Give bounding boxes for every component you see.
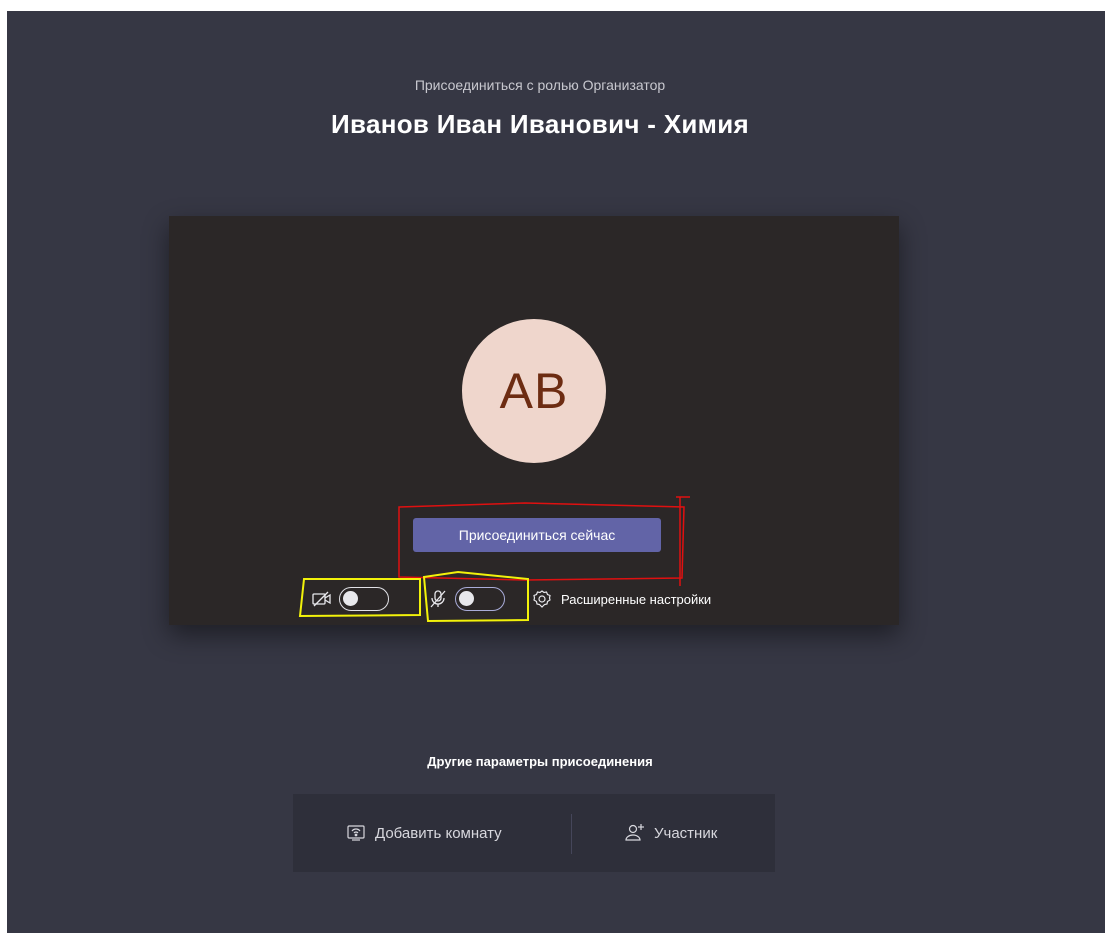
- join-role-subtitle: Присоединиться с ролью Организатор: [414, 77, 666, 93]
- advanced-settings-button[interactable]: Расширенные настройки: [531, 588, 711, 610]
- add-room-button[interactable]: Добавить комнату: [345, 794, 502, 872]
- meeting-title: Иванов Иван Иванович - Химия: [331, 109, 749, 139]
- mic-off-icon: [427, 588, 449, 610]
- add-room-label: Добавить комнату: [375, 824, 502, 842]
- gear-icon: [531, 588, 553, 610]
- participant-label: Участник: [654, 824, 718, 842]
- avatar: AB: [462, 319, 606, 463]
- join-now-label: Присоединиться сейчас: [458, 527, 616, 543]
- options-divider: [571, 814, 572, 854]
- advanced-settings-label: Расширенные настройки: [561, 591, 712, 607]
- meeting-prejoin-screen: Присоединиться с ролью Организатор Ивано…: [7, 11, 1105, 933]
- add-participant-button[interactable]: Участник: [624, 794, 717, 872]
- avatar-initials: AB: [499, 363, 569, 419]
- camera-toggle[interactable]: [339, 587, 389, 611]
- mic-toggle[interactable]: [455, 587, 505, 611]
- camera-off-icon: [311, 588, 333, 610]
- camera-toggle-knob: [343, 591, 358, 606]
- room-cast-icon: [345, 822, 367, 844]
- add-person-icon: [624, 822, 646, 844]
- device-controls: Расширенные настройки: [311, 586, 711, 612]
- join-now-button[interactable]: Присоединиться сейчас: [413, 518, 661, 552]
- other-join-options-heading: Другие параметры присоединения: [427, 754, 653, 769]
- other-join-options-panel: Добавить комнату Участник: [293, 794, 775, 872]
- video-preview-panel: AB Присоединиться сейчас Расширенные нас…: [169, 216, 899, 625]
- mic-toggle-knob: [459, 591, 474, 606]
